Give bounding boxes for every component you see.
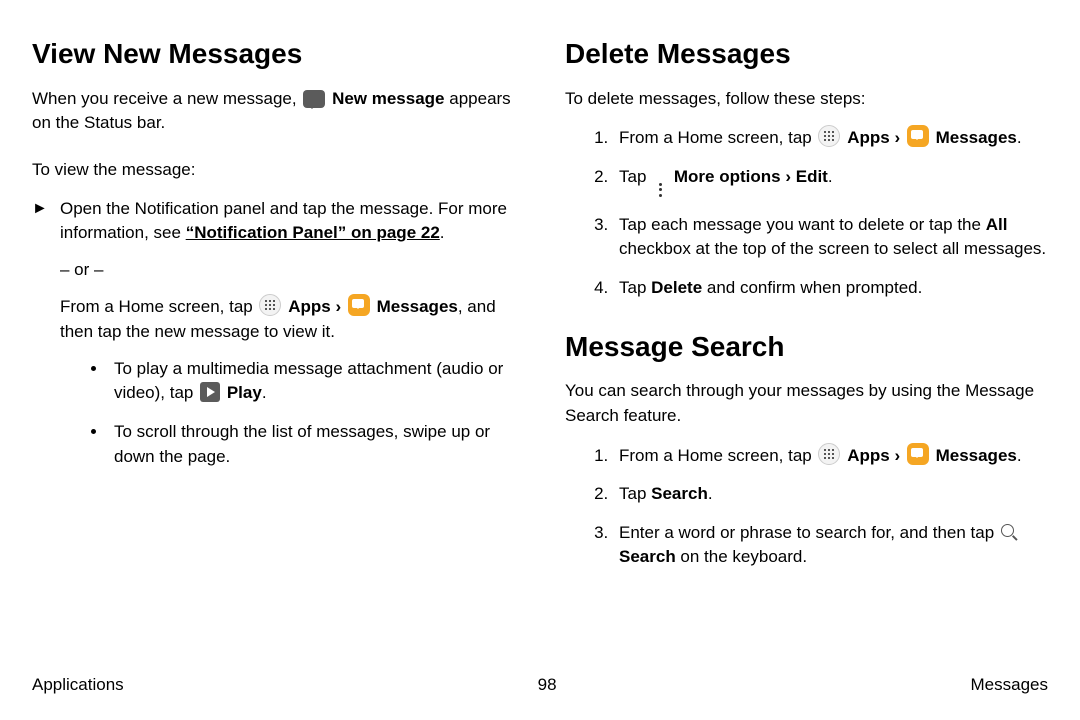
list-item: From a Home screen, tap Apps › Messages.	[613, 125, 1048, 151]
play-icon	[200, 382, 220, 402]
left-column: View New Messages When you receive a new…	[32, 30, 515, 584]
page-number: 98	[538, 673, 557, 698]
messages-icon	[907, 125, 929, 147]
list-item: To scroll through the list of messages, …	[108, 420, 515, 469]
list-item: Tap each message you want to delete or t…	[613, 213, 1048, 262]
search-icon	[1001, 524, 1019, 542]
footer-right: Messages	[971, 673, 1048, 698]
list-item: To play a multimedia message attachment …	[108, 357, 515, 406]
apps-icon	[818, 125, 840, 147]
sub-bullets: To play a multimedia message attachment …	[108, 357, 515, 470]
list-item: Tap More options › Edit.	[613, 165, 1048, 199]
intro-paragraph: When you receive a new message, New mess…	[32, 87, 515, 136]
search-steps: From a Home screen, tap Apps › Messages.…	[613, 443, 1048, 571]
instruction-block: ► Open the Notification panel and tap th…	[32, 197, 515, 484]
heading-delete-messages: Delete Messages	[565, 34, 1048, 75]
more-options-icon	[653, 181, 667, 199]
messages-icon	[907, 443, 929, 465]
delete-intro: To delete messages, follow these steps:	[565, 87, 1048, 112]
or-separator: – or –	[60, 258, 515, 283]
delete-steps: From a Home screen, tap Apps › Messages.…	[613, 125, 1048, 300]
list-item: From a Home screen, tap Apps › Messages.	[613, 443, 1048, 469]
page-footer: Applications 98 Messages	[32, 673, 1048, 698]
open-notification-text: Open the Notification panel and tap the …	[60, 197, 515, 246]
arrow-marker: ►	[32, 197, 60, 484]
footer-left: Applications	[32, 673, 124, 698]
from-home-text: From a Home screen, tap Apps › Messages,…	[60, 294, 515, 344]
apps-icon	[818, 443, 840, 465]
apps-icon	[259, 294, 281, 316]
heading-view-new-messages: View New Messages	[32, 34, 515, 75]
list-item: Tap Search.	[613, 482, 1048, 507]
list-item: Tap Delete and confirm when prompted.	[613, 276, 1048, 301]
messages-icon	[348, 294, 370, 316]
search-intro: You can search through your messages by …	[565, 379, 1048, 428]
right-column: Delete Messages To delete messages, foll…	[565, 30, 1048, 584]
message-bubble-icon	[303, 90, 325, 108]
list-item: Enter a word or phrase to search for, an…	[613, 521, 1048, 570]
notification-panel-link[interactable]: “Notification Panel” on page 22	[186, 223, 440, 242]
heading-message-search: Message Search	[565, 327, 1048, 368]
to-view-label: To view the message:	[32, 158, 515, 183]
